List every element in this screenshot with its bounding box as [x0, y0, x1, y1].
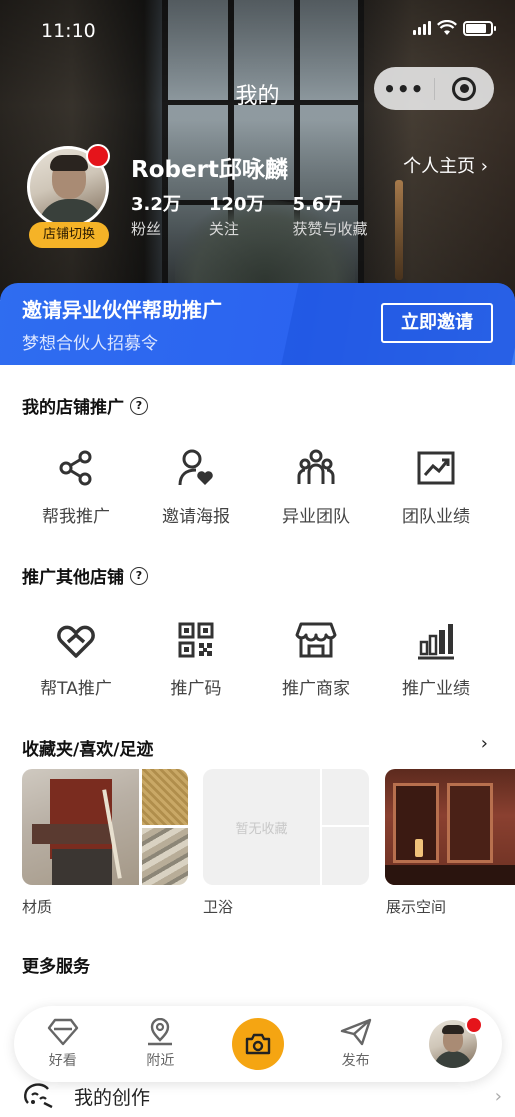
heart-link-icon: [57, 625, 95, 658]
stat-value: 120万: [208, 194, 265, 215]
grid-item-label: 邀请海报: [162, 507, 230, 527]
grid-item-promo-performance[interactable]: 推广业绩: [376, 620, 496, 699]
user-heart-icon: [178, 449, 213, 486]
stat-label: 获赞与收藏: [292, 220, 368, 238]
stat-value: 5.6万: [292, 194, 343, 215]
chart-trend-icon: [417, 451, 455, 485]
invite-banner[interactable]: 邀请异业伙伴帮助推广 梦想合伙人招募令 立即邀请: [0, 283, 515, 365]
profile-stats: 3.2万 粉丝 120万 关注 5.6万 获赞与收藏: [131, 190, 367, 239]
creation-icon: [24, 1083, 53, 1109]
help-icon[interactable]: ?: [130, 396, 148, 415]
favorite-card-bathroom[interactable]: 暂无收藏: [203, 769, 369, 885]
grid-item-label: 推广业绩: [402, 679, 470, 699]
grid-item-help-promote[interactable]: 帮我推广: [16, 448, 136, 527]
close-button[interactable]: [434, 76, 494, 101]
section-title-text: 推广其他店铺: [22, 568, 124, 588]
favorites-title: 收藏夹/喜欢/足迹: [22, 740, 154, 760]
grid-item-label: 推广码: [170, 679, 222, 699]
battery-icon: [463, 20, 496, 36]
favorite-card-showroom[interactable]: [385, 769, 515, 885]
camera-button[interactable]: [231, 1018, 284, 1070]
my-store-grid: 帮我推广 邀请海报 异业团队 团队业绩: [0, 448, 515, 527]
store-switch-button[interactable]: 店铺切换: [29, 222, 109, 248]
section-title-text: 我的店铺推广: [22, 398, 124, 418]
favorite-label: 卫浴: [203, 898, 234, 916]
more-services-title: 更多服务: [22, 957, 90, 977]
grid-item-label: 帮TA推广: [40, 679, 112, 699]
grid-item-label: 异业团队: [282, 507, 350, 527]
favorite-card-materials[interactable]: [22, 769, 188, 885]
status-time: 11:10: [41, 20, 96, 42]
tab-label: 附近: [146, 1053, 175, 1069]
tab-camera[interactable]: [218, 1018, 298, 1070]
my-creation-label: 我的创作: [74, 1086, 151, 1109]
more-button[interactable]: •••: [374, 77, 434, 101]
team-icon: [297, 449, 335, 484]
store-icon: [295, 622, 337, 658]
notification-dot: [465, 1016, 484, 1034]
favorite-label: 展示空间: [386, 898, 447, 916]
stat-following[interactable]: 120万 关注: [209, 190, 265, 239]
tab-me[interactable]: [413, 1016, 493, 1068]
wifi-icon: [437, 20, 457, 35]
other-store-section-title: 推广其他店铺 ?: [22, 563, 148, 588]
diamond-icon: [47, 1018, 78, 1046]
paper-plane-icon: [340, 1018, 371, 1046]
grid-item-cross-team[interactable]: 异业团队: [256, 448, 376, 527]
grid-item-help-them-promote[interactable]: 帮TA推广: [16, 620, 136, 699]
qrcode-icon: [178, 622, 214, 658]
tab-nearby[interactable]: 附近: [120, 1018, 200, 1070]
tab-discover[interactable]: 好看: [23, 1018, 103, 1070]
bottom-tab-bar: 好看 附近 发布: [14, 1006, 502, 1082]
mini-program-capsule: •••: [374, 67, 494, 110]
grid-item-team-performance[interactable]: 团队业绩: [376, 448, 496, 527]
camera-icon: [245, 1033, 271, 1055]
tab-label: 发布: [341, 1053, 370, 1069]
grid-item-invite-poster[interactable]: 邀请海报: [136, 448, 256, 527]
tab-label: 好看: [48, 1053, 77, 1069]
signal-icon: [413, 21, 431, 35]
help-icon[interactable]: ?: [130, 566, 148, 585]
other-store-grid: 帮TA推广 推广码 推广商家 推广业绩: [0, 620, 515, 699]
invite-button[interactable]: 立即邀请: [381, 303, 493, 343]
homepage-link[interactable]: 个人主页 ›: [403, 152, 488, 178]
invite-subtitle: 梦想合伙人招募令: [22, 334, 158, 354]
my-store-section-title: 我的店铺推广 ?: [22, 393, 148, 418]
username: Robert邱咏麟: [131, 157, 288, 183]
share-icon: [59, 450, 92, 486]
empty-placeholder: 暂无收藏: [235, 822, 288, 837]
my-creation-row[interactable]: 我的创作 ›: [22, 1079, 502, 1113]
grid-item-promo-code[interactable]: 推广码: [136, 620, 256, 699]
stat-fans[interactable]: 3.2万 粉丝: [131, 190, 181, 239]
bar-chart-icon: [418, 624, 454, 660]
notification-dot: [86, 144, 110, 168]
stat-label: 粉丝: [131, 220, 162, 238]
grid-item-label: 帮我推广: [42, 507, 110, 527]
profile-page: 11:10 我的 ••• 店铺切换 Robert邱咏麟 个人主页 › 3.2万 …: [0, 0, 515, 1117]
stat-label: 关注: [208, 220, 239, 238]
location-pin-icon: [148, 1018, 173, 1046]
stat-value: 3.2万: [131, 194, 181, 215]
grid-item-promote-merchant[interactable]: 推广商家: [256, 620, 376, 699]
status-icons: [413, 20, 496, 36]
invite-title: 邀请异业伙伴帮助推广: [22, 298, 222, 322]
chevron-right-icon: ›: [494, 1085, 502, 1107]
favorites-more-arrow[interactable]: ›: [481, 733, 488, 754]
record-icon: [452, 76, 477, 101]
favorite-label: 材质: [22, 898, 53, 916]
tab-publish[interactable]: 发布: [316, 1018, 396, 1070]
stat-likes[interactable]: 5.6万 获赞与收藏: [292, 190, 367, 239]
grid-item-label: 推广商家: [282, 679, 350, 699]
grid-item-label: 团队业绩: [402, 507, 470, 527]
